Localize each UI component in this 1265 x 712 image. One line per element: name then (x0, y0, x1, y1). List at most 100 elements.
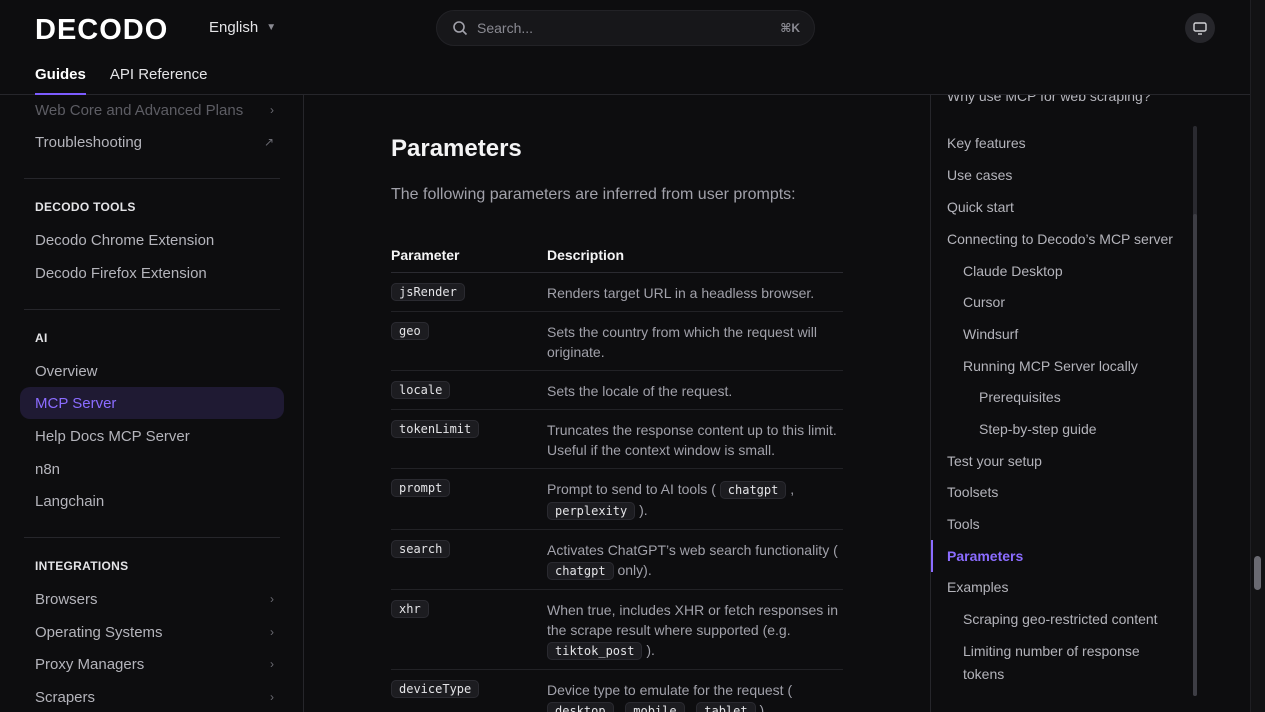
toc-item[interactable]: Windsurf (963, 326, 1018, 342)
sidebar-item-label: Troubleshooting (35, 133, 143, 151)
search-bar[interactable]: Search... ⌘K (436, 10, 815, 46)
tab-api-reference[interactable]: API Reference (110, 66, 208, 95)
sidebar-item-operating-systems[interactable]: Operating Systems › (20, 616, 284, 648)
decodo-logo[interactable]: DECODO (35, 14, 168, 47)
sidebar-item-troubleshooting[interactable]: Troubleshooting ↗ (20, 126, 284, 158)
description-text: Device type to emulate for the request ( (547, 682, 793, 698)
sidebar-item-proxy-managers[interactable]: Proxy Managers › (20, 648, 284, 680)
sidebar-item-web-core[interactable]: Web Core and Advanced Plans › (20, 95, 284, 126)
parameter-cell: tokenLimit (391, 420, 547, 460)
parameter-code: jsRender (391, 283, 465, 301)
sidebar-item-label: Decodo Firefox Extension (35, 264, 207, 282)
table-row: xhr When true, includes XHR or fetch resp… (391, 590, 843, 670)
toc-item[interactable]: Tools (947, 516, 980, 532)
chevron-right-icon: › (270, 625, 274, 639)
nav-tabs: Guides API Reference (35, 66, 207, 95)
parameter-code: search (391, 540, 451, 558)
toc-item[interactable]: Test your setup (947, 453, 1042, 469)
sidebar: Web Core and Advanced Plans › Troubleshoo… (0, 95, 304, 712)
description-cell: Sets the country from which the request … (547, 322, 843, 362)
description-text: only). (613, 562, 652, 578)
toc-item[interactable]: Limiting number of response (963, 643, 1140, 659)
description-cell: Activates ChatGPT’s web search functiona… (547, 540, 843, 581)
toc-item[interactable]: tokens (963, 666, 1004, 682)
column-header-description: Description (547, 246, 625, 263)
chevron-down-icon: ▼ (266, 22, 277, 33)
description-text: Renders target URL in a headless browser… (547, 285, 815, 301)
toc-item[interactable]: Prerequisites (979, 389, 1061, 405)
theme-toggle-button[interactable] (1185, 13, 1215, 43)
table-row: deviceType Device type to emulate for the… (391, 670, 843, 712)
sidebar-item-label: Langchain (35, 492, 105, 510)
table-row: prompt Prompt to send to AI tools ( chatg… (391, 469, 843, 530)
inline-code: perplexity (547, 502, 636, 520)
sidebar-item-label: Scrapers (35, 688, 96, 706)
language-selector[interactable]: English ▼ (209, 19, 276, 36)
toc-item[interactable]: Quick start (947, 199, 1014, 215)
parameter-cell: search (391, 540, 547, 581)
toc-item[interactable]: Scraping geo-restricted content (963, 611, 1158, 627)
parameter-code: locale (391, 381, 451, 399)
page-heading: Parameters (391, 135, 522, 162)
toc-scrollbar-thumb[interactable] (1193, 214, 1197, 696)
description-cell: Device type to emulate for the request (… (547, 680, 843, 712)
sidebar-item-help-docs-mcp[interactable]: Help Docs MCP Server (20, 420, 284, 452)
toc-item[interactable]: Why use MCP for web scraping? (947, 95, 1151, 104)
toc-item[interactable]: Cursor (963, 294, 1005, 310)
toc-item[interactable]: Parameters (947, 548, 1023, 564)
toc-item[interactable]: Toolsets (947, 484, 998, 500)
description-text: Sets the locale of the request. (547, 383, 733, 399)
sidebar-item-overview[interactable]: Overview (20, 355, 284, 387)
toc-item[interactable]: Claude Desktop (963, 263, 1063, 279)
table-of-contents: Why use MCP for web scraping? Key feature… (930, 95, 1200, 712)
description-text: Truncates the response content up to thi… (547, 422, 837, 458)
sidebar-item-mcp-server[interactable]: MCP Server (20, 387, 284, 419)
description-cell: Renders target URL in a headless browser… (547, 283, 843, 303)
top-bar: DECODO English ▼ Search... ⌘K Guides API… (0, 0, 1250, 95)
description-text: , (786, 481, 795, 497)
chevron-right-icon: › (270, 592, 274, 606)
tab-guides[interactable]: Guides (35, 66, 86, 95)
sidebar-item-label: Overview (35, 362, 98, 380)
search-icon (453, 21, 468, 36)
toc-item[interactable]: Use cases (947, 167, 1012, 183)
sidebar-item-scrapers[interactable]: Scrapers › (20, 681, 284, 712)
parameter-cell: prompt (391, 479, 547, 521)
parameter-code: prompt (391, 479, 451, 497)
toc-item[interactable]: Running MCP Server locally (963, 358, 1138, 374)
parameter-code: tokenLimit (391, 420, 480, 438)
description-cell: Sets the locale of the request. (547, 381, 843, 401)
parameter-cell: deviceType (391, 680, 547, 712)
description-text: When true, includes XHR or fetch respons… (547, 602, 839, 638)
parameter-code: xhr (391, 600, 429, 618)
toc-item[interactable]: Examples (947, 579, 1008, 595)
toc-item[interactable]: Step-by-step guide (979, 421, 1097, 437)
parameters-table: Parameter Description jsRender Renders ta… (391, 237, 843, 712)
sidebar-item-firefox-extension[interactable]: Decodo Firefox Extension (20, 257, 284, 289)
page-scrollbar[interactable] (1250, 0, 1265, 712)
description-text: ). (755, 702, 769, 712)
inline-code: chatgpt (547, 562, 614, 580)
sidebar-item-label: Browsers (35, 590, 98, 608)
sidebar-item-n8n[interactable]: n8n (20, 453, 284, 485)
table-row: search Activates ChatGPT’s web search fun… (391, 530, 843, 590)
divider (24, 309, 280, 310)
main-content: Parameters The following parameters are … (305, 95, 930, 712)
sidebar-item-chrome-extension[interactable]: Decodo Chrome Extension (20, 224, 284, 256)
toc-item[interactable]: Key features (947, 135, 1026, 151)
sidebar-item-browsers[interactable]: Browsers › (20, 583, 284, 615)
sidebar-item-langchain[interactable]: Langchain (20, 485, 284, 517)
toc-item[interactable]: Connecting to Decodo’s MCP server (947, 231, 1173, 247)
description-text: , (613, 702, 626, 712)
inline-code: chatgpt (719, 481, 787, 499)
sidebar-item-label: n8n (35, 460, 61, 478)
column-header-parameter: Parameter (391, 246, 460, 263)
divider (24, 537, 280, 538)
description-cell: Truncates the response content up to thi… (547, 420, 843, 460)
external-link-icon: ↗ (263, 135, 274, 149)
search-shortcut: ⌘K (780, 21, 800, 35)
chevron-right-icon: › (270, 103, 274, 117)
page-scrollbar-thumb[interactable] (1254, 556, 1261, 590)
table-row: geo Sets the country from which the reque… (391, 312, 843, 371)
sidebar-item-label: Help Docs MCP Server (35, 427, 190, 445)
